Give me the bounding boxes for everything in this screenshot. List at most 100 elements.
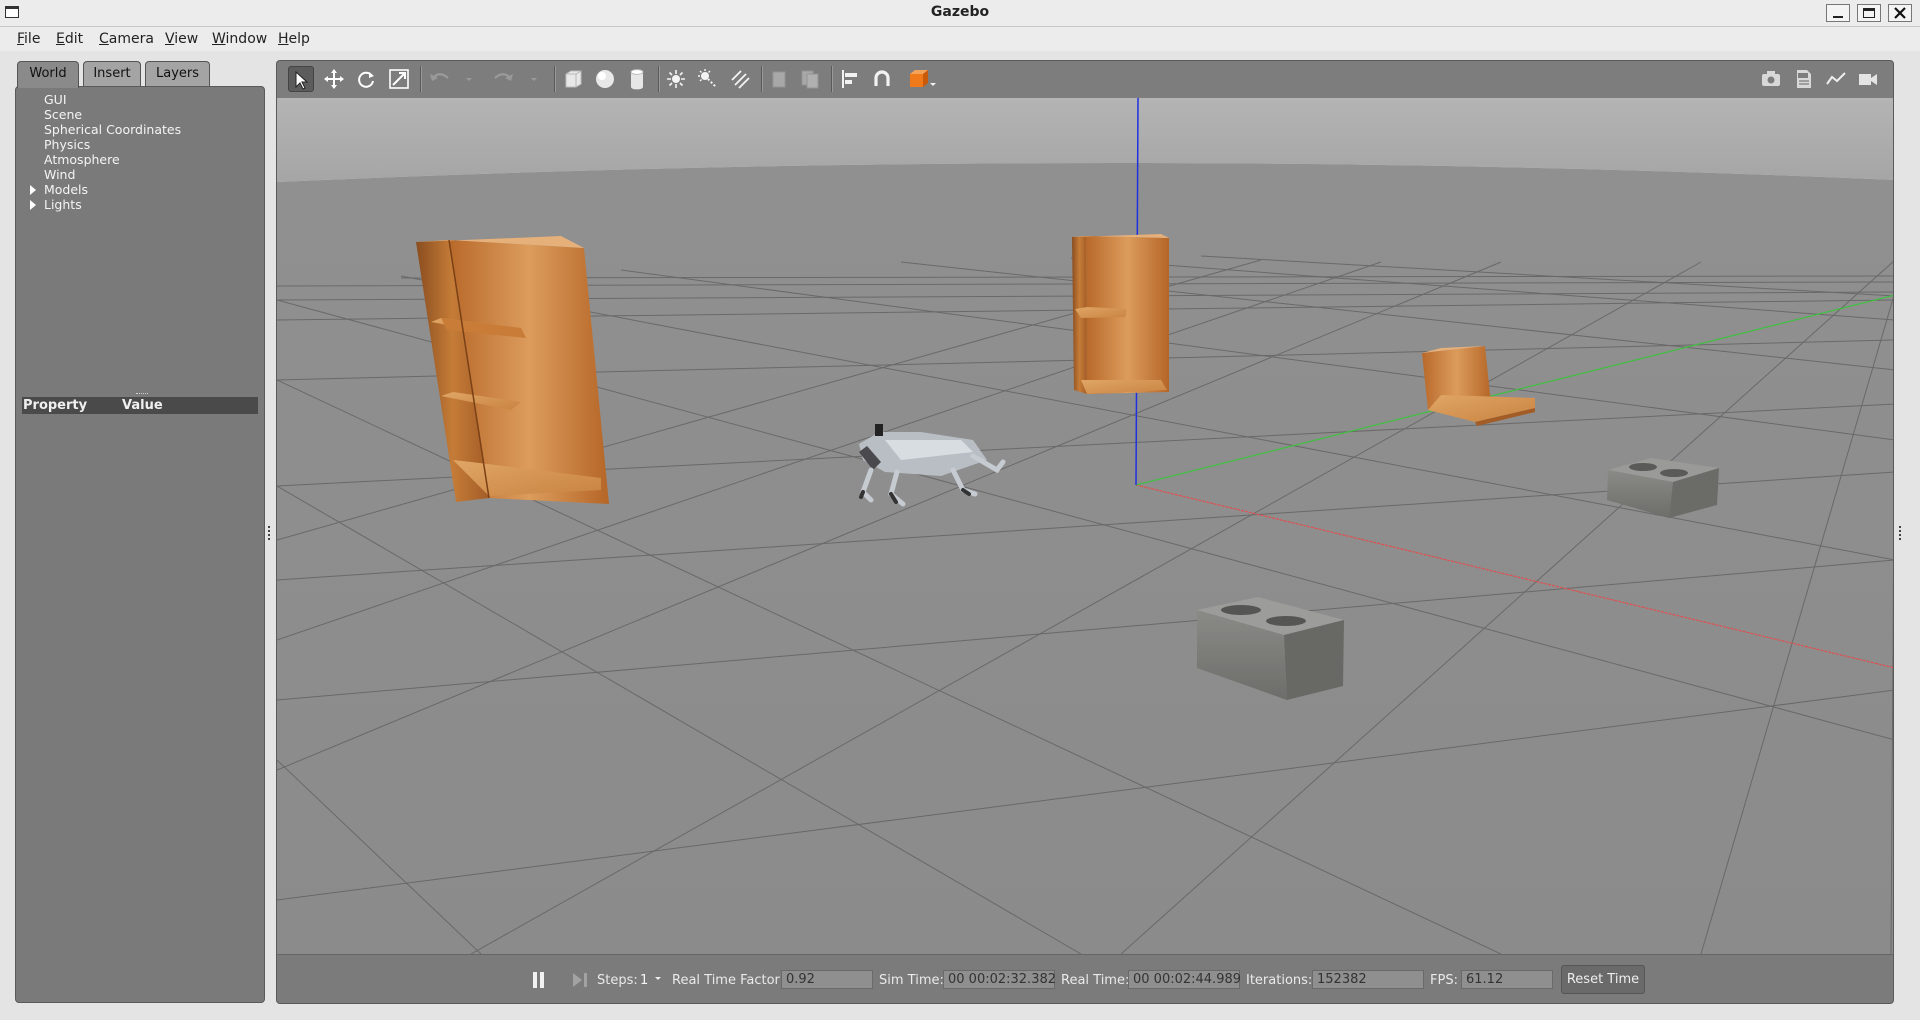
toolbar-separator bbox=[831, 66, 833, 92]
toolbar bbox=[276, 60, 1894, 98]
box-icon bbox=[565, 70, 582, 88]
paste-button[interactable] bbox=[797, 66, 823, 92]
snap-button[interactable] bbox=[869, 66, 895, 92]
steps-dropdown[interactable] bbox=[654, 971, 662, 984]
iterations-label: Iterations: bbox=[1246, 973, 1313, 988]
screenshot-icon bbox=[1762, 71, 1780, 86]
window-title: Gazebo bbox=[930, 4, 990, 20]
select-arrow-icon bbox=[295, 70, 309, 90]
pause-button[interactable] bbox=[532, 972, 546, 988]
copy-icon bbox=[772, 71, 786, 88]
value-column-header: Value bbox=[122, 398, 163, 413]
tree-item-atmosphere[interactable]: Atmosphere bbox=[44, 152, 181, 167]
screenshot-button[interactable] bbox=[1758, 66, 1784, 92]
close-icon bbox=[1894, 7, 1906, 19]
sim-time-field: 00 00:02:32.382 bbox=[943, 970, 1056, 989]
tree-item-models[interactable]: Models bbox=[30, 182, 181, 197]
real-time-factor-label: Real Time Factor: bbox=[672, 973, 785, 988]
3d-viewport[interactable] bbox=[276, 98, 1894, 954]
real-time-field: 00 00:02:44.989 bbox=[1128, 970, 1241, 989]
rotate-mode-button[interactable] bbox=[353, 66, 379, 92]
steps-label: Steps: bbox=[597, 973, 638, 988]
world-panel bbox=[15, 86, 265, 1003]
view-angle-icon bbox=[910, 70, 936, 87]
steps-value[interactable]: 1 bbox=[640, 973, 648, 988]
world-tree: GUI Scene Spherical Coordinates Physics … bbox=[30, 92, 181, 212]
copy-button[interactable] bbox=[766, 66, 792, 92]
menu-bar: File Edit Camera View Window Help bbox=[0, 27, 1920, 51]
toolbar-separator bbox=[658, 66, 660, 92]
insert-spot-light-button[interactable] bbox=[695, 66, 721, 92]
iterations-field: 152382 bbox=[1312, 970, 1424, 989]
tab-layers[interactable]: Layers bbox=[145, 61, 210, 87]
menu-window[interactable]: Window bbox=[212, 31, 267, 47]
step-forward-icon bbox=[573, 973, 587, 987]
insert-point-light-button[interactable] bbox=[663, 66, 689, 92]
reset-time-button[interactable]: Reset Time bbox=[1561, 965, 1645, 994]
tree-item-wind[interactable]: Wind bbox=[44, 167, 181, 182]
maximize-button[interactable] bbox=[1857, 4, 1881, 22]
panel-splitter-handle[interactable] bbox=[136, 393, 148, 396]
insert-sphere-button[interactable] bbox=[592, 66, 618, 92]
tree-item-label: Models bbox=[44, 182, 89, 197]
tree-item-spherical-coordinates[interactable]: Spherical Coordinates bbox=[44, 122, 181, 137]
align-icon bbox=[842, 70, 857, 88]
menu-file[interactable]: File bbox=[17, 31, 40, 47]
log-icon bbox=[1797, 70, 1811, 88]
insert-cylinder-button[interactable] bbox=[624, 66, 650, 92]
scene-render[interactable] bbox=[277, 98, 1894, 954]
tree-item-gui[interactable]: GUI bbox=[44, 92, 181, 107]
plot-icon bbox=[1826, 72, 1846, 85]
sim-time-label: Sim Time: bbox=[879, 973, 944, 988]
scale-icon bbox=[389, 69, 409, 89]
left-panel-resize-handle[interactable] bbox=[268, 526, 272, 540]
scale-mode-button[interactable] bbox=[386, 66, 412, 92]
real-time-label: Real Time: bbox=[1061, 973, 1130, 988]
undo-button[interactable] bbox=[426, 66, 452, 92]
expand-arrow-icon[interactable] bbox=[30, 185, 36, 195]
view-angle-button[interactable] bbox=[905, 66, 939, 92]
menu-camera[interactable]: Camera bbox=[99, 31, 154, 47]
insert-box-button[interactable] bbox=[560, 66, 586, 92]
step-button[interactable] bbox=[572, 972, 588, 988]
tree-item-lights[interactable]: Lights bbox=[30, 197, 181, 212]
redo-button[interactable] bbox=[487, 66, 513, 92]
toolbar-separator bbox=[420, 66, 422, 92]
video-record-button[interactable] bbox=[1855, 66, 1881, 92]
toolbar-separator bbox=[554, 66, 556, 92]
translate-mode-button[interactable] bbox=[321, 66, 347, 92]
cylinder-icon bbox=[630, 69, 644, 90]
menu-view[interactable]: View bbox=[165, 31, 198, 47]
expand-arrow-icon[interactable] bbox=[30, 200, 36, 210]
select-mode-button[interactable] bbox=[288, 66, 314, 92]
menu-edit[interactable]: Edit bbox=[56, 31, 83, 47]
paste-icon bbox=[801, 70, 819, 89]
menu-help[interactable]: Help bbox=[278, 31, 310, 47]
tab-insert[interactable]: Insert bbox=[83, 61, 141, 87]
tree-item-scene[interactable]: Scene bbox=[44, 107, 181, 122]
tab-world[interactable]: World bbox=[17, 61, 79, 88]
undo-icon bbox=[430, 73, 449, 81]
minimize-button[interactable] bbox=[1826, 4, 1850, 22]
insert-directional-light-button[interactable] bbox=[727, 66, 753, 92]
spot-light-icon bbox=[698, 69, 717, 88]
chevron-down-icon bbox=[466, 78, 472, 81]
redo-history-dropdown[interactable] bbox=[527, 66, 541, 92]
point-light-icon bbox=[667, 70, 685, 88]
toolbar-separator bbox=[761, 66, 763, 92]
align-button[interactable] bbox=[837, 66, 863, 92]
right-panel-resize-handle[interactable] bbox=[1899, 526, 1903, 540]
bookshelf-medium[interactable] bbox=[1072, 234, 1169, 394]
property-column-header: Property bbox=[23, 398, 88, 413]
redo-icon bbox=[494, 73, 513, 81]
tree-item-physics[interactable]: Physics bbox=[44, 137, 181, 152]
log-button[interactable] bbox=[1791, 66, 1817, 92]
plot-button[interactable] bbox=[1823, 66, 1849, 92]
undo-history-dropdown[interactable] bbox=[462, 66, 476, 92]
close-button[interactable] bbox=[1888, 4, 1912, 22]
real-time-factor-field: 0.92 bbox=[781, 970, 873, 989]
fps-field: 61.12 bbox=[1461, 970, 1553, 989]
chevron-down-icon bbox=[531, 78, 537, 81]
property-table-header: Property Value bbox=[22, 397, 258, 414]
sphere-icon bbox=[596, 70, 614, 88]
